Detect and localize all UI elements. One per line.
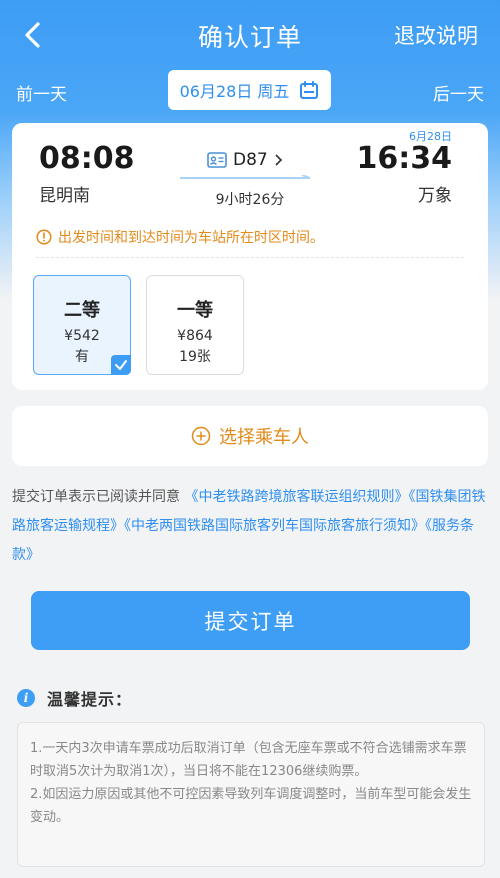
- info-icon: i: [17, 689, 35, 707]
- select-passenger-label: 选择乘车人: [219, 427, 309, 448]
- agreement-prefix: 提交订单表示已阅读并同意: [12, 489, 180, 505]
- seat-class: 二等: [64, 300, 100, 321]
- travel-duration: 9小时26分: [215, 192, 285, 208]
- submit-order-button[interactable]: 提交订单: [31, 591, 470, 650]
- back-button[interactable]: [14, 16, 54, 56]
- seat-price: ¥864: [177, 328, 213, 344]
- tips-box: 1.一天内3次申请车票成功后取消订单（包含无座车票或不符合选铺需求车票时取消5次…: [17, 722, 485, 867]
- tips-title: 温馨提示：: [47, 690, 133, 709]
- arrival-station: 万象: [418, 186, 452, 206]
- date-label: 06月28日 周五: [179, 82, 290, 101]
- selected-badge: [111, 355, 131, 375]
- chevron-left-icon: [25, 22, 40, 48]
- select-passenger-button[interactable]: 选择乘车人: [12, 406, 488, 466]
- plus-circle-icon: [191, 426, 211, 446]
- train-info-card: 08:08 昆明南 D87 9小时26分 6月28日 16:34 万象 出发时间…: [12, 123, 488, 390]
- divider: [36, 257, 464, 258]
- departure-time: 08:08: [39, 141, 135, 176]
- id-card-icon: [207, 152, 227, 168]
- tip-item: 2.如因运力原因或其他不可控因素导致列车调度调整时，当前车型可能会发生变动。: [30, 787, 472, 825]
- route-arrow: [180, 175, 311, 179]
- seat-availability: 19张: [179, 349, 211, 365]
- rules-link-cross-border[interactable]: 《中老铁路跨境旅客联运组织规则》: [184, 489, 408, 505]
- rules-link-international[interactable]: 《中老两国铁路国际旅客列车国际旅客旅行须知》: [124, 518, 425, 534]
- top-bar: 确认订单 退改说明: [0, 0, 500, 70]
- tips-header: i 温馨提示：: [17, 686, 132, 710]
- seat-option-second-class[interactable]: 二等 ¥542 有: [33, 275, 131, 375]
- calendar-icon: [300, 81, 319, 99]
- chevron-right-icon: [275, 154, 282, 166]
- next-day-button[interactable]: 后一天: [433, 80, 484, 105]
- timezone-notice-text: 出发时间和到达时间为车站所在时区时间。: [58, 230, 324, 246]
- tip-item: 1.一天内3次申请车票成功后取消订单（包含无座车票或不符合选铺需求车票时取消5次…: [30, 741, 467, 779]
- check-icon: [115, 360, 127, 370]
- refund-policy-link[interactable]: 退改说明: [394, 20, 478, 50]
- agreement-text: 提交订单表示已阅读并同意 《中老铁路跨境旅客联运组织规则》《国铁集团铁路旅客运输…: [12, 483, 490, 570]
- date-switcher: 前一天 06月28日 周五 后一天: [0, 70, 500, 114]
- seat-price: ¥542: [64, 328, 100, 344]
- train-number-link[interactable]: D87: [207, 150, 284, 170]
- seat-class: 一等: [177, 300, 213, 321]
- seat-option-first-class[interactable]: 一等 ¥864 19张: [146, 275, 244, 375]
- exclamation-circle-icon: [36, 229, 52, 245]
- train-number: D87: [233, 150, 268, 170]
- timezone-notice: 出发时间和到达时间为车站所在时区时间。: [36, 227, 324, 247]
- arrival-time: 16:34: [356, 141, 453, 176]
- prev-day-button[interactable]: 前一天: [16, 80, 67, 105]
- date-picker[interactable]: 06月28日 周五: [168, 70, 331, 110]
